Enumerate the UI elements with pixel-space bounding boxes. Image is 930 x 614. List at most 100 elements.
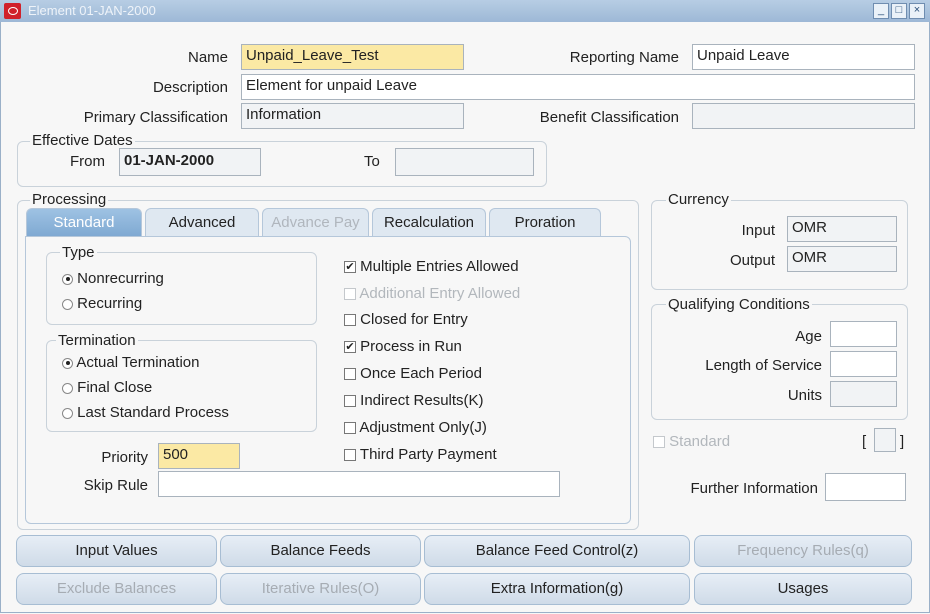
from-date-field[interactable]: 01-JAN-2000 [119, 148, 261, 176]
tab-standard[interactable]: Standard [26, 208, 142, 236]
checkbox-icon[interactable] [344, 449, 356, 462]
type-title: Type [60, 244, 97, 261]
tab-advanced[interactable]: Advanced [145, 208, 259, 236]
to-label: To [364, 153, 380, 170]
currency-group [651, 200, 908, 290]
multiple-entries-label: Multiple Entries Allowed [360, 258, 519, 275]
tab-recalculation[interactable]: Recalculation [372, 208, 486, 236]
processing-title: Processing [30, 191, 109, 208]
maximize-button[interactable]: □ [891, 3, 907, 19]
reporting-name-field[interactable]: Unpaid Leave [692, 44, 915, 70]
third-party-payment-label: Third Party Payment [359, 446, 497, 463]
units-label: Units [787, 387, 822, 404]
extra-information-button[interactable]: Extra Information(g) [424, 573, 690, 605]
checkbox-disabled-icon[interactable] [344, 288, 356, 301]
flexfield-bracket-close: ] [900, 433, 905, 450]
checkbox-multiple-entries[interactable]: ✔ Multiple Entries Allowed [344, 258, 519, 275]
priority-label: Priority [101, 449, 148, 466]
last-standard-process-label: Last Standard Process [77, 404, 229, 421]
radio-selected-icon[interactable] [62, 273, 73, 285]
tab-advance-pay[interactable]: Advance Pay [262, 208, 369, 236]
to-date-field[interactable] [395, 148, 534, 176]
final-close-label: Final Close [77, 379, 153, 396]
radio-unselected-icon[interactable] [62, 298, 73, 310]
indirect-results-label: Indirect Results(K) [360, 392, 484, 409]
checkbox-once-each-period[interactable]: Once Each Period [344, 365, 482, 382]
minimize-button[interactable]: _ [873, 3, 889, 19]
benefit-classification-label: Benefit Classification [539, 109, 679, 126]
checkbox-checked-icon[interactable]: ✔ [344, 261, 356, 274]
tab-proration[interactable]: Proration [489, 208, 601, 236]
skip-rule-field[interactable] [158, 471, 560, 497]
radio-nonrecurring[interactable]: Nonrecurring [62, 270, 164, 287]
currency-title: Currency [666, 191, 731, 208]
effective-dates-title: Effective Dates [30, 132, 135, 149]
recurring-label: Recurring [77, 295, 143, 312]
primary-classification-label: Primary Classification [83, 109, 228, 126]
checkbox-third-party-payment[interactable]: Third Party Payment [344, 446, 497, 463]
name-label: Name [187, 49, 228, 66]
radio-selected-icon[interactable] [62, 357, 73, 369]
standard-label: Standard [669, 433, 731, 450]
closed-for-entry-label: Closed for Entry [360, 311, 468, 328]
usages-button[interactable]: Usages [694, 573, 912, 605]
checkbox-checked-icon[interactable]: ✔ [344, 341, 356, 354]
units-field[interactable] [830, 381, 897, 407]
name-field[interactable]: Unpaid_Leave_Test [241, 44, 464, 70]
process-in-run-label: Process in Run [360, 338, 462, 355]
age-label: Age [795, 328, 822, 345]
type-group [46, 252, 317, 325]
checkbox-indirect-results[interactable]: Indirect Results(K) [344, 392, 484, 409]
from-label: From [70, 153, 105, 170]
radio-unselected-icon[interactable] [62, 382, 73, 394]
checkbox-standard[interactable]: Standard [653, 433, 730, 450]
balance-feed-control-button[interactable]: Balance Feed Control(z) [424, 535, 690, 567]
nonrecurring-label: Nonrecurring [77, 270, 164, 287]
description-label: Description [152, 79, 228, 96]
length-of-service-field[interactable] [830, 351, 897, 377]
checkbox-adjustment-only[interactable]: Adjustment Only(J) [344, 419, 487, 436]
reporting-name-label: Reporting Name [569, 49, 679, 66]
description-field[interactable]: Element for unpaid Leave [241, 74, 915, 100]
flexfield-bracket-open: [ [862, 433, 867, 450]
window-title: Element 01-JAN-2000 [28, 3, 156, 18]
benefit-classification-field[interactable] [692, 103, 915, 129]
descriptive-flexfield[interactable] [874, 428, 896, 452]
radio-final-close[interactable]: Final Close [62, 379, 152, 396]
checkbox-icon[interactable] [344, 314, 356, 327]
checkbox-process-in-run[interactable]: ✔ Process in Run [344, 338, 462, 355]
checkbox-additional-entry[interactable]: Additional Entry Allowed [344, 285, 520, 302]
radio-unselected-icon[interactable] [62, 407, 73, 419]
termination-title: Termination [56, 332, 138, 349]
further-information-field[interactable] [825, 473, 906, 501]
currency-input-field[interactable]: OMR [787, 216, 897, 242]
priority-field[interactable]: 500 [158, 443, 240, 469]
currency-input-label: Input [741, 222, 775, 239]
actual-termination-label: Actual Termination [76, 354, 200, 371]
additional-entry-label: Additional Entry Allowed [359, 285, 521, 302]
once-each-period-label: Once Each Period [360, 365, 482, 382]
radio-last-standard-process[interactable]: Last Standard Process [62, 404, 229, 421]
checkbox-icon[interactable] [344, 422, 356, 435]
currency-output-field[interactable]: OMR [787, 246, 897, 272]
close-button[interactable]: × [909, 3, 925, 19]
checkbox-closed-for-entry[interactable]: Closed for Entry [344, 311, 468, 328]
balance-feeds-button[interactable]: Balance Feeds [220, 535, 421, 567]
skip-rule-label: Skip Rule [83, 477, 148, 494]
exclude-balances-button[interactable]: Exclude Balances [16, 573, 217, 605]
radio-recurring[interactable]: Recurring [62, 295, 142, 312]
checkbox-icon[interactable] [344, 368, 356, 381]
currency-output-label: Output [729, 252, 775, 269]
primary-classification-field[interactable]: Information [241, 103, 464, 129]
further-information-label: Further Information [690, 480, 818, 497]
oracle-logo-icon [4, 3, 21, 19]
checkbox-disabled-icon[interactable] [653, 436, 665, 449]
length-of-service-label: Length of Service [705, 357, 822, 374]
iterative-rules-button[interactable]: Iterative Rules(O) [220, 573, 421, 605]
checkbox-icon[interactable] [344, 395, 356, 408]
frequency-rules-button[interactable]: Frequency Rules(q) [694, 535, 912, 567]
age-field[interactable] [830, 321, 897, 347]
input-values-button[interactable]: Input Values [16, 535, 217, 567]
qualifying-conditions-title: Qualifying Conditions [666, 296, 812, 313]
radio-actual-termination[interactable]: Actual Termination [62, 354, 199, 371]
